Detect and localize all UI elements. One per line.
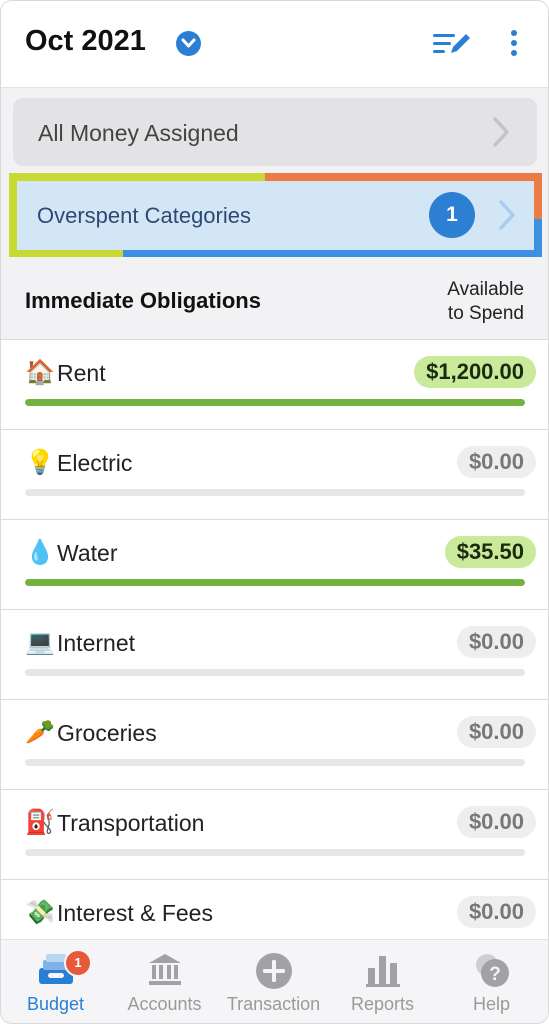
nav-budget[interactable]: 1 Budget bbox=[1, 940, 110, 1023]
chevron-right-icon bbox=[497, 199, 517, 236]
category-emoji-icon: 💧 bbox=[25, 539, 55, 566]
chevron-down-icon bbox=[181, 38, 196, 48]
progress-bar bbox=[25, 849, 525, 856]
nav-reports-label: Reports bbox=[350, 994, 415, 1014]
available-amount-pill[interactable]: $0.00 bbox=[456, 716, 536, 748]
available-amount-pill[interactable]: $0.00 bbox=[456, 806, 536, 838]
overspent-border bbox=[9, 173, 265, 181]
assigned-label: All Money Assigned bbox=[38, 120, 239, 146]
progress-bar bbox=[25, 669, 525, 676]
progress-bar bbox=[25, 759, 525, 766]
all-money-assigned-banner[interactable]: All Money Assigned bbox=[13, 98, 537, 166]
svg-text:?: ? bbox=[489, 964, 501, 985]
available-amount-pill[interactable]: $0.00 bbox=[456, 896, 536, 928]
app-frame: Oct 2021 All Money Assigned Overspent Ca… bbox=[0, 0, 549, 1024]
available-amount-pill[interactable]: $35.50 bbox=[444, 536, 536, 568]
overspent-border bbox=[9, 173, 17, 257]
bottom-nav: 1 Budget Accounts Transaction Reports ? … bbox=[1, 939, 548, 1023]
month-dropdown-button[interactable] bbox=[176, 31, 201, 56]
category-group-title[interactable]: Immediate Obligations bbox=[25, 288, 261, 314]
month-title[interactable]: Oct 2021 bbox=[25, 25, 146, 58]
available-line: Available bbox=[447, 279, 524, 300]
category-emoji-icon: 🏠 bbox=[25, 359, 55, 386]
overspent-border bbox=[9, 250, 123, 257]
progress-bar bbox=[25, 399, 525, 406]
progress-bar bbox=[25, 579, 525, 586]
nav-accounts-label: Accounts bbox=[127, 994, 202, 1014]
category-row[interactable]: 🏠 Rent $1,200.00 bbox=[1, 339, 548, 429]
header: Oct 2021 bbox=[1, 1, 548, 88]
add-circle-icon bbox=[255, 952, 293, 995]
nav-transaction-label: Transaction bbox=[226, 994, 321, 1014]
progress-bar bbox=[25, 489, 525, 496]
category-name: Internet bbox=[57, 630, 135, 656]
overspent-label: Overspent Categories bbox=[37, 203, 251, 228]
category-emoji-icon: 💸 bbox=[25, 899, 55, 926]
help-chat-icon: ? bbox=[473, 952, 511, 995]
category-list: 🏠 Rent $1,200.00 💡 Electric $0.00 💧 Water $35.50… bbox=[1, 339, 548, 969]
category-name: Groceries bbox=[57, 720, 157, 746]
category-row[interactable]: 🥕 Groceries $0.00 bbox=[1, 699, 548, 789]
nav-budget-label: Budget bbox=[26, 994, 85, 1014]
overspent-categories-banner[interactable]: Overspent Categories 1 bbox=[9, 173, 542, 257]
nav-help-label: Help bbox=[472, 994, 511, 1014]
nav-reports[interactable]: Reports bbox=[328, 940, 437, 1023]
category-name: Water bbox=[57, 540, 118, 566]
available-line: to Spend bbox=[447, 303, 524, 324]
overspent-border bbox=[123, 250, 542, 257]
progress-fill bbox=[25, 399, 525, 406]
category-row[interactable]: 💻 Internet $0.00 bbox=[1, 609, 548, 699]
category-name: Rent bbox=[57, 360, 106, 386]
progress-fill bbox=[25, 579, 525, 586]
bank-icon bbox=[147, 952, 183, 993]
overspent-border bbox=[534, 173, 542, 219]
category-emoji-icon: ⛽ bbox=[25, 809, 55, 836]
edit-categories-icon[interactable] bbox=[433, 31, 473, 62]
chevron-right-icon bbox=[491, 116, 511, 153]
category-row[interactable]: ⛽ Transportation $0.00 bbox=[1, 789, 548, 879]
category-row[interactable]: 💧 Water $35.50 bbox=[1, 519, 548, 609]
category-emoji-icon: 🥕 bbox=[25, 719, 55, 746]
overspent-count-badge: 1 bbox=[429, 192, 475, 238]
category-row[interactable]: 💡 Electric $0.00 bbox=[1, 429, 548, 519]
nav-help[interactable]: ? Help bbox=[437, 940, 546, 1023]
overspent-content: Overspent Categories 1 bbox=[17, 181, 534, 250]
category-name: Electric bbox=[57, 450, 133, 476]
category-emoji-icon: 💻 bbox=[25, 629, 55, 656]
available-to-spend-header: Available to Spend bbox=[404, 278, 524, 326]
available-amount-pill[interactable]: $1,200.00 bbox=[414, 356, 536, 388]
budget-badge: 1 bbox=[64, 949, 92, 977]
category-emoji-icon: 💡 bbox=[25, 449, 55, 476]
available-amount-pill[interactable]: $0.00 bbox=[456, 626, 536, 658]
overspent-border bbox=[265, 173, 542, 181]
available-amount-pill[interactable]: $0.00 bbox=[456, 446, 536, 478]
category-name: Transportation bbox=[57, 810, 205, 836]
category-name: Interest & Fees bbox=[57, 900, 213, 926]
nav-transaction[interactable]: Transaction bbox=[219, 940, 328, 1023]
bar-chart-icon bbox=[365, 952, 401, 993]
nav-accounts[interactable]: Accounts bbox=[110, 940, 219, 1023]
more-vertical-icon[interactable] bbox=[509, 29, 519, 62]
